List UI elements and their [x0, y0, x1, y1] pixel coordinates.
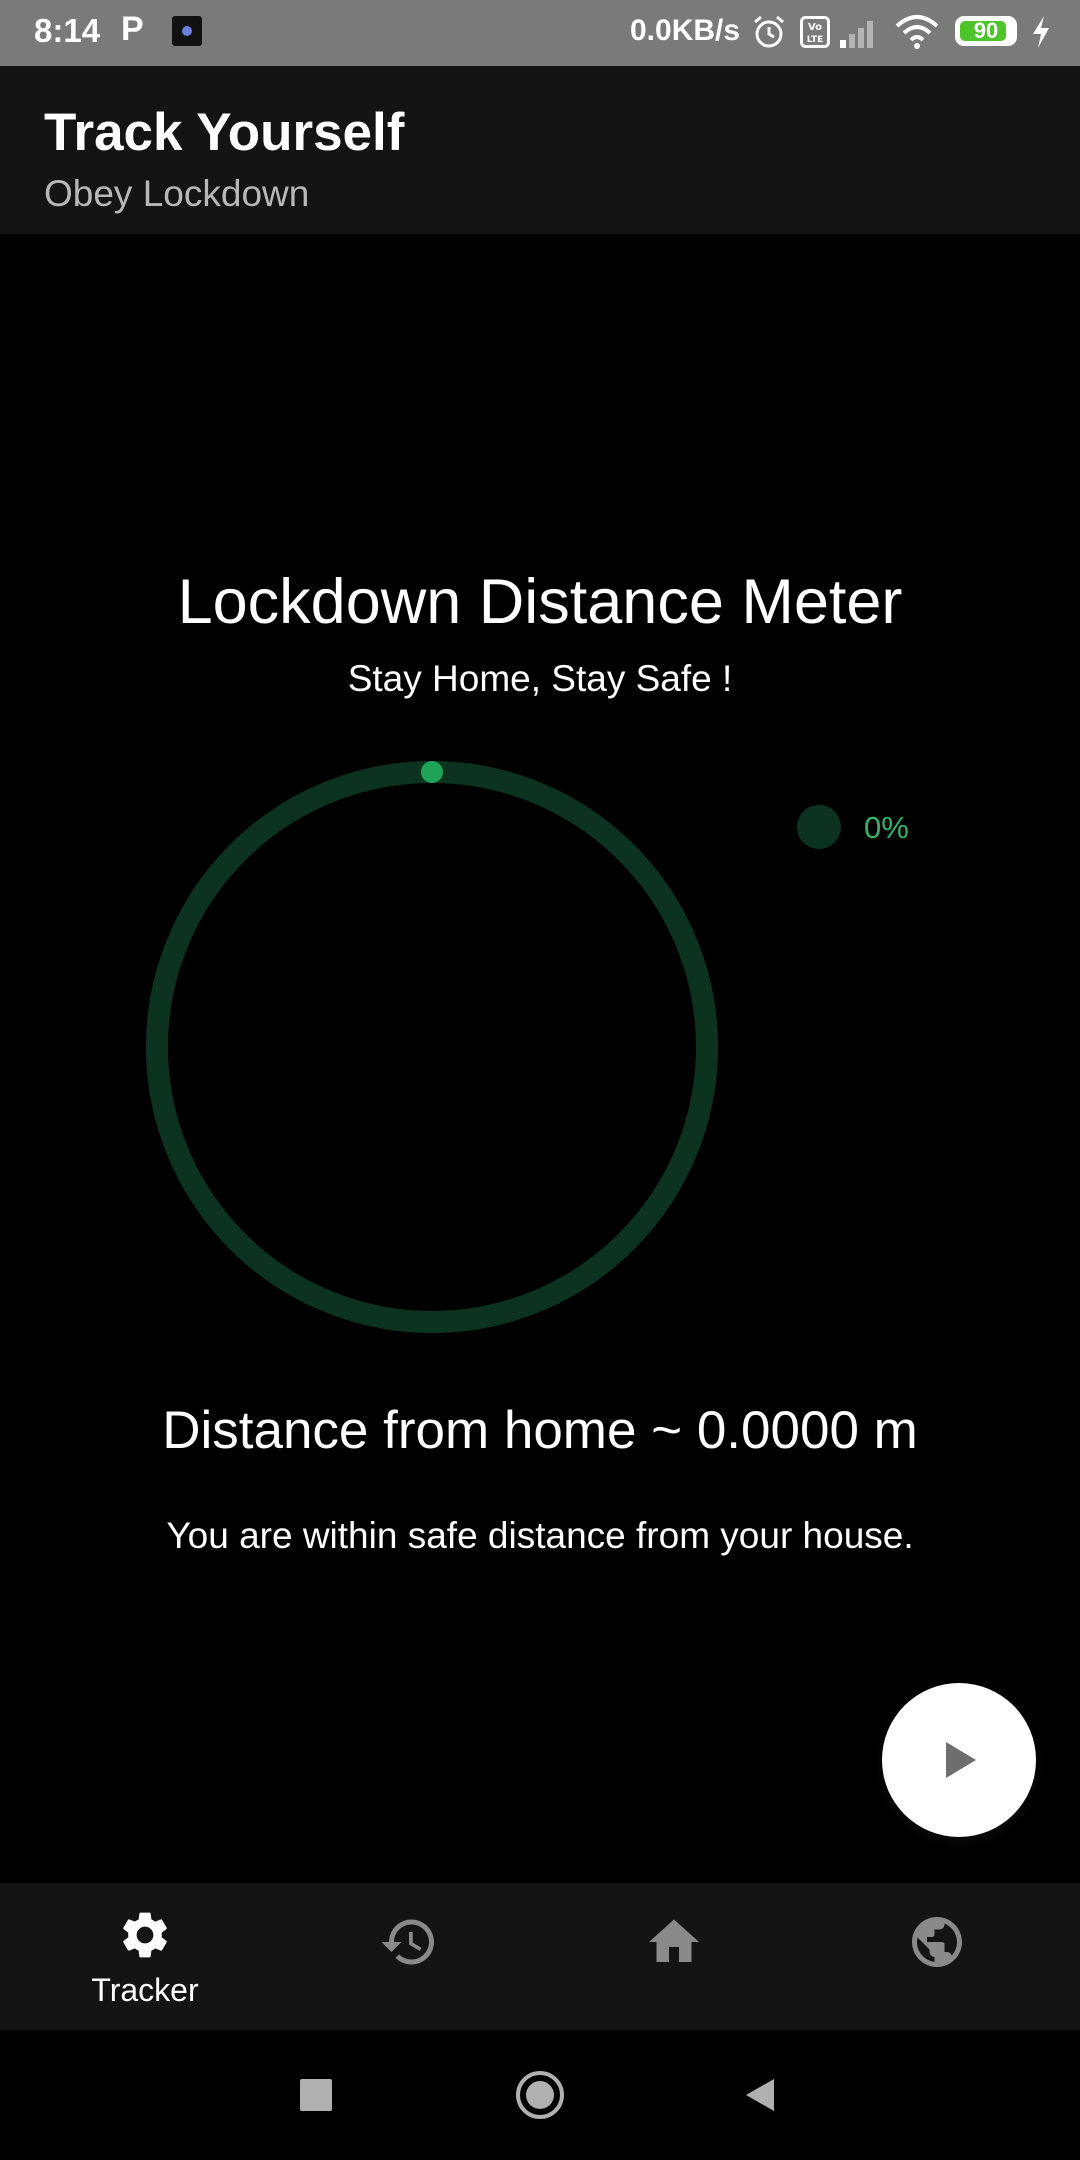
charging-icon: [1033, 16, 1049, 48]
battery-level: 90: [973, 18, 999, 43]
network-speed: 0.0KB/s: [630, 14, 741, 47]
nav-tab-home[interactable]: [537, 1883, 807, 2030]
history-icon: [381, 1919, 434, 1965]
globe-icon: [912, 1917, 962, 1967]
app-subtitle: Obey Lockdown: [44, 173, 310, 214]
nav-tab-label-tracker: Tracker: [91, 1972, 199, 2008]
home-button[interactable]: [480, 2030, 600, 2160]
notification-p-icon: P: [121, 10, 144, 48]
recents-square-icon: [300, 2079, 332, 2111]
svg-text:LTE: LTE: [807, 35, 824, 45]
distance-from-home: Distance from home ~ 0.0000 m: [162, 1401, 918, 1460]
meter-title: Lockdown Distance Meter: [177, 567, 903, 637]
signal-icon: [840, 21, 873, 48]
notification-app-icon: [172, 16, 202, 46]
meter-subtitle: Stay Home, Stay Safe !: [347, 658, 733, 699]
safety-status-text: You are within safe distance from your h…: [166, 1515, 914, 1556]
start-tracking-button[interactable]: [882, 1683, 1036, 1837]
home-circle-icon: [516, 2071, 564, 2119]
battery-icon: 90: [955, 16, 1017, 46]
volte-icon: Vo LTE: [800, 16, 830, 48]
legend-dot: [797, 805, 841, 849]
wifi-icon: [895, 15, 939, 49]
distance-progress-ring: [146, 761, 718, 1333]
app-bar: Track Yourself Obey Lockdown: [0, 66, 1080, 234]
progress-ring-track: [146, 761, 718, 1333]
home-icon: [649, 1919, 699, 1962]
nav-tab-history[interactable]: [272, 1883, 542, 2030]
status-bar: 8:14 P 0.0KB/s Vo LTE 90: [0, 0, 1080, 66]
status-time: 8:14: [34, 12, 101, 49]
svg-text:Vo: Vo: [808, 22, 822, 33]
recents-button[interactable]: [256, 2030, 376, 2160]
bottom-navigation: Tracker: [0, 1883, 1080, 2030]
settings-gear-icon: [123, 1912, 167, 1958]
play-icon: [946, 1742, 976, 1778]
app-title: Track Yourself: [44, 103, 405, 162]
progress-ring-indicator: [421, 761, 443, 783]
back-button[interactable]: [700, 2030, 820, 2160]
nav-tab-world[interactable]: [800, 1883, 1070, 2030]
nav-tab-tracker[interactable]: Tracker: [10, 1883, 280, 2030]
legend-percent-label: 0%: [864, 810, 909, 845]
back-triangle-icon: [746, 2079, 774, 2111]
alarm-icon: [754, 15, 784, 48]
system-navigation-bar: [0, 2030, 1080, 2160]
